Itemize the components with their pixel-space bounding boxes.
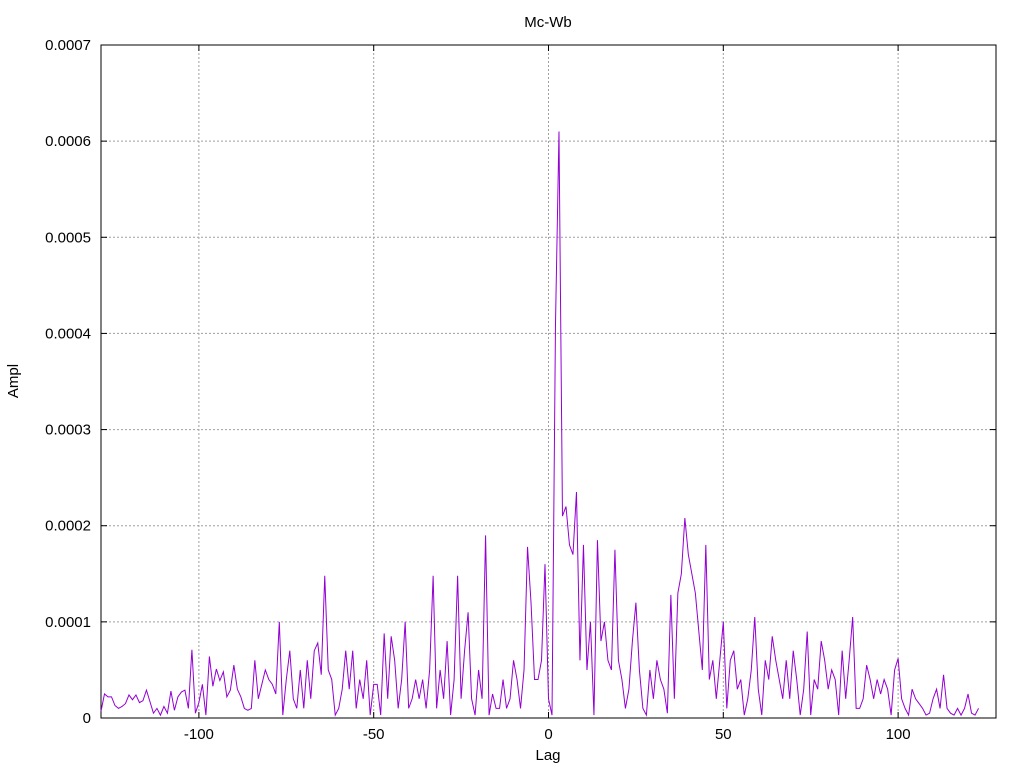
y-tick-label: 0.0005 [45, 229, 91, 246]
y-tick-label: 0.0004 [45, 325, 91, 342]
y-tick-label: 0.0006 [45, 133, 91, 150]
x-tick-labels: -100 -50 0 50 100 [184, 726, 911, 743]
x-tick-label: 100 [886, 726, 911, 743]
y-tick-label: 0.0002 [45, 518, 91, 535]
y-axis-label: Ampl [5, 364, 22, 398]
chart-title: Mc-Wb [524, 14, 572, 31]
y-tick-labels: 0 0.0001 0.0002 0.0003 0.0004 0.0005 0.0006 0.0… [45, 37, 91, 727]
x-tick-label: 50 [715, 726, 732, 743]
y-tick-label: 0.0007 [45, 37, 91, 54]
y-tick-label: 0 [83, 710, 91, 727]
x-tick-label: -100 [184, 726, 214, 743]
y-tick-label: 0.0001 [45, 614, 91, 631]
chart: Mc-Wb -100 -50 0 50 100 00.00010.00020.00030… [5, 14, 997, 764]
x-tick-label: -50 [363, 726, 385, 743]
x-axis-label: Lag [535, 747, 560, 764]
grid [101, 45, 996, 718]
series-line [100, 131, 979, 717]
x-tick-label: 0 [544, 726, 552, 743]
y-tick-label: 0.0003 [45, 422, 91, 439]
